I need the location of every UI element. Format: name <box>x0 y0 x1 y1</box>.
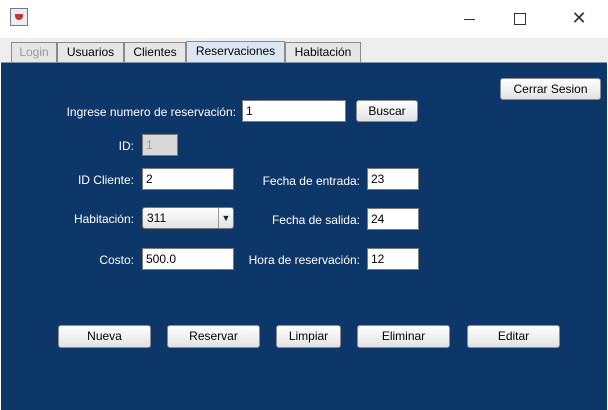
id-label: ID: <box>118 139 134 153</box>
search-button[interactable]: Buscar <box>356 100 418 122</box>
reservation-number-input[interactable]: 1 <box>242 100 346 122</box>
edit-button[interactable]: Editar <box>467 325 560 348</box>
cost-label: Costo: <box>99 253 134 267</box>
room-label: Habitación: <box>73 212 134 226</box>
close-icon[interactable]: ✕ <box>556 0 602 38</box>
time-label: Hora de reservación: <box>248 253 360 267</box>
checkout-label: Fecha de salida: <box>271 213 360 227</box>
maximize-icon[interactable] <box>496 0 542 38</box>
minimize-icon[interactable] <box>446 0 492 38</box>
tab-clientes[interactable]: Clientes <box>124 42 186 62</box>
room-select[interactable]: 311 ▼ <box>142 207 234 229</box>
new-button[interactable]: Nueva <box>58 325 151 348</box>
cost-field[interactable]: 500.0 <box>142 248 234 270</box>
time-field[interactable]: 12 <box>367 248 419 270</box>
logout-button[interactable]: Cerrar Sesion <box>500 78 601 100</box>
room-select-value: 311 <box>147 211 167 225</box>
tab-habitacion[interactable]: Habitación <box>285 42 361 62</box>
tab-login[interactable]: Login <box>11 42 57 62</box>
checkin-field[interactable]: 23 <box>367 168 419 190</box>
id-field: 1 <box>142 134 178 156</box>
checkout-field[interactable]: 24 <box>367 208 419 230</box>
chevron-down-icon[interactable]: ▼ <box>218 208 233 228</box>
checkin-label: Fecha de entrada: <box>262 174 360 188</box>
client-id-field[interactable]: 2 <box>142 168 234 190</box>
search-label: Ingrese numero de reservación: <box>66 105 236 119</box>
client-id-label: ID Cliente: <box>77 173 134 187</box>
reserve-button[interactable]: Reservar <box>167 325 260 348</box>
java-app-icon <box>10 8 28 26</box>
tab-usuarios[interactable]: Usuarios <box>57 42 124 62</box>
clear-button[interactable]: Limpiar <box>276 325 341 348</box>
tab-reservaciones[interactable]: Reservaciones <box>186 41 285 63</box>
delete-button[interactable]: Eliminar <box>357 325 450 348</box>
window-titlebar: ✕ <box>0 0 608 38</box>
